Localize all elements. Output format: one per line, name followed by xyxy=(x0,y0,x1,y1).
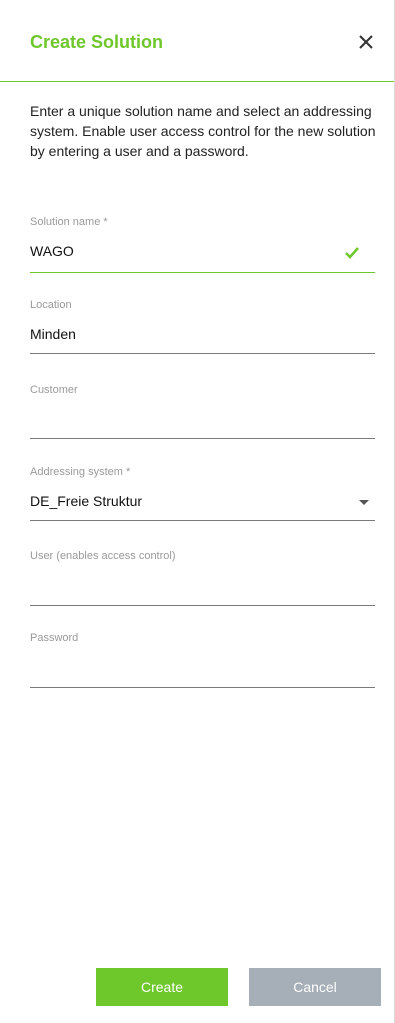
solution-name-field[interactable]: Solution name * WAGO xyxy=(30,216,375,274)
create-button[interactable]: Create xyxy=(96,968,228,1006)
password-label: Password xyxy=(30,632,79,644)
close-button[interactable] xyxy=(352,28,380,56)
addressing-system-label: Addressing system * xyxy=(30,466,131,478)
location-label: Location xyxy=(30,299,72,311)
customer-label: Customer xyxy=(30,384,78,396)
cancel-button[interactable]: Cancel xyxy=(249,968,381,1006)
location-input[interactable]: Minden xyxy=(30,326,76,342)
dialog-description: Enter a unique solution name and select … xyxy=(30,103,376,159)
create-solution-dialog: Create Solution Enter a unique solution … xyxy=(0,0,395,1023)
password-field[interactable]: Password xyxy=(30,632,375,688)
addressing-system-field[interactable]: Addressing system * DE_Freie Struktur xyxy=(30,466,375,522)
password-underline xyxy=(30,687,375,688)
user-underline xyxy=(30,605,375,606)
user-field[interactable]: User (enables access control) xyxy=(30,550,375,606)
solution-name-underline xyxy=(30,272,375,273)
customer-field[interactable]: Customer xyxy=(30,384,375,440)
solution-name-label: Solution name * xyxy=(30,216,108,228)
dropdown-arrow-icon[interactable] xyxy=(359,500,369,505)
check-icon xyxy=(345,247,359,259)
close-icon xyxy=(359,35,373,49)
location-underline xyxy=(30,353,375,354)
location-field[interactable]: Location Minden xyxy=(30,299,375,355)
addressing-system-underline xyxy=(30,520,375,521)
addressing-system-select[interactable]: DE_Freie Struktur xyxy=(30,493,142,509)
solution-name-input[interactable]: WAGO xyxy=(30,243,74,259)
user-label: User (enables access control) xyxy=(30,550,176,562)
customer-underline xyxy=(30,438,375,439)
dialog-header: Create Solution xyxy=(0,0,394,82)
dialog-title: Create Solution xyxy=(30,32,164,52)
